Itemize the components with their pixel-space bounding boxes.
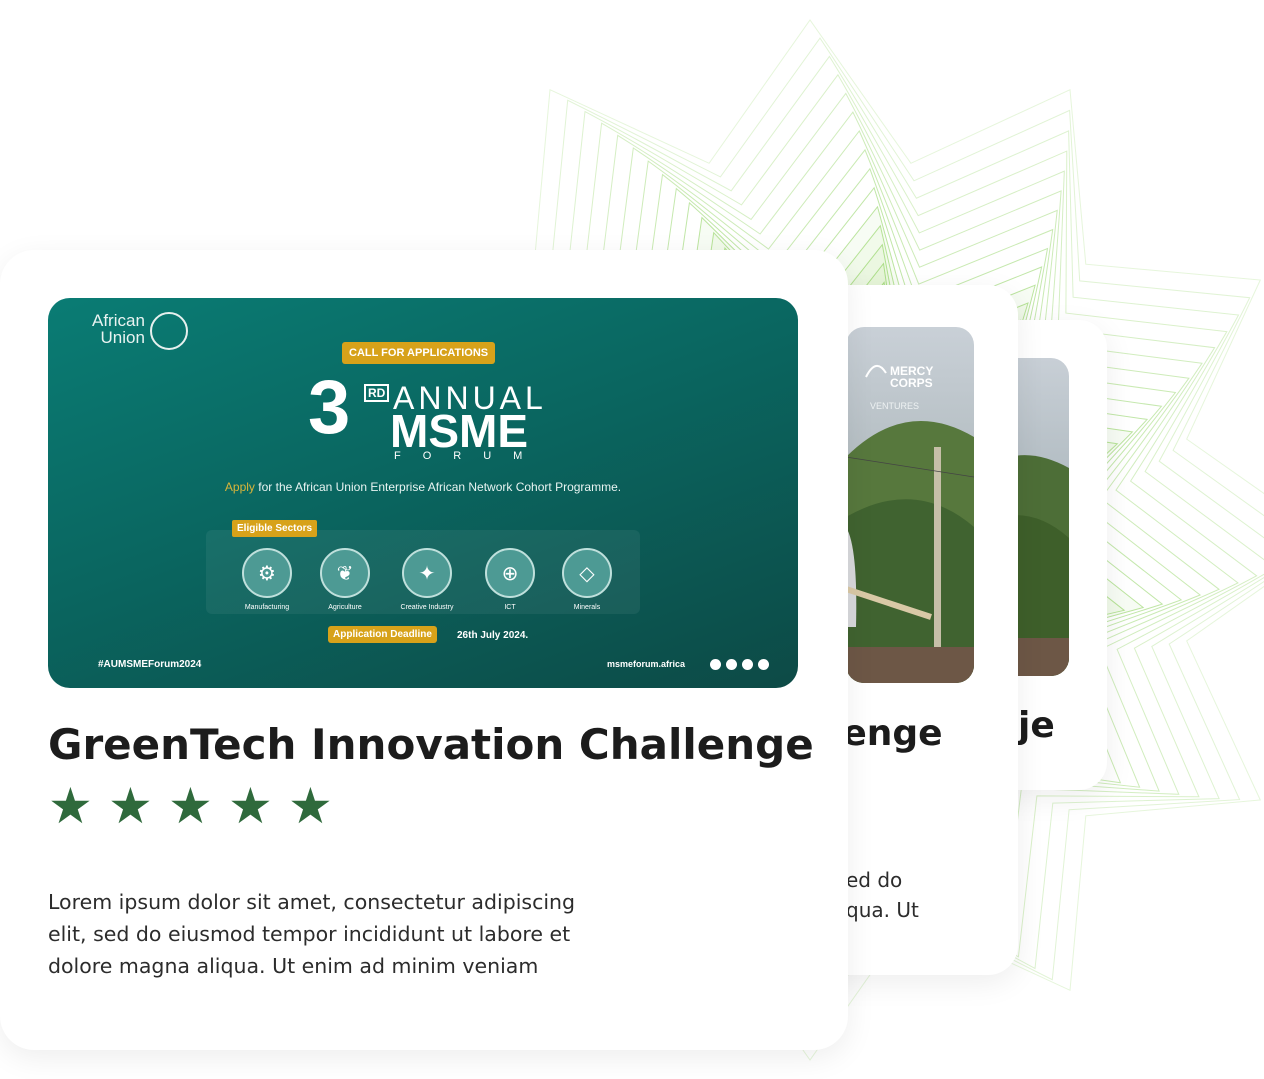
card-title-fragment: je [1018, 705, 1055, 746]
edition-ordinal: RD [364, 384, 390, 402]
card-photo: MERCY CORPS VENTURES [846, 327, 974, 683]
star-icon: ★ [168, 777, 213, 835]
hashtag: #AUMSMEForum2024 [98, 659, 202, 670]
africa-globe-icon [150, 312, 188, 350]
card-description: Lorem ipsum dolor sit amet, consectetur … [48, 890, 576, 978]
forum-label: FORUM [394, 450, 545, 462]
card-title[interactable]: GreenTech Innovation Challenge [48, 720, 814, 769]
star-icon: ★ [108, 777, 153, 835]
lightbulb-icon: ✦ [402, 548, 452, 598]
deadline-date: 26th July 2024. [457, 630, 529, 641]
social-icon[interactable] [726, 659, 737, 670]
star-rating: ★ ★ ★ ★ ★ [48, 777, 333, 835]
card-description-fragment: ed do qua. Ut [846, 868, 919, 922]
social-icon[interactable] [710, 659, 721, 670]
plant-icon: ❦ [320, 548, 370, 598]
social-icon[interactable] [742, 659, 753, 670]
eligible-sectors-label: Eligible Sectors [232, 520, 318, 537]
call-for-applications-badge: CALL FOR APPLICATIONS [342, 342, 496, 364]
sector-minerals: ◇ Minerals [547, 548, 627, 611]
globe-icon: ⊕ [485, 548, 535, 598]
sector-creative-industry: ✦ Creative Industry [387, 548, 467, 611]
challenge-card-front[interactable]: African Union CALL FOR APPLICATIONS 3 RD… [0, 250, 848, 1050]
brand-subtext: VENTURES [870, 401, 919, 411]
gear-icon: ⚙ [242, 548, 292, 598]
sector-agriculture: ❦ Agriculture [305, 548, 385, 611]
star-icon: ★ [48, 777, 93, 835]
brand-text: CORPS [890, 376, 933, 390]
website-link[interactable]: msmeforum.africa [607, 659, 685, 669]
star-icon: ★ [288, 777, 333, 835]
sector-manufacturing: ⚙ Manufacturing [227, 548, 307, 611]
edition-numeral: 3 [308, 365, 351, 450]
star-icon: ★ [228, 777, 273, 835]
deadline-label: Application Deadline [328, 626, 437, 643]
social-icon[interactable] [758, 659, 769, 670]
event-banner: African Union CALL FOR APPLICATIONS 3 RD… [48, 298, 798, 688]
african-union-logo: African Union [92, 311, 145, 347]
diamond-icon: ◇ [562, 548, 612, 598]
sector-ict: ⊕ ICT [470, 548, 550, 611]
apply-line: Apply for the African Union Enterprise A… [224, 480, 622, 494]
